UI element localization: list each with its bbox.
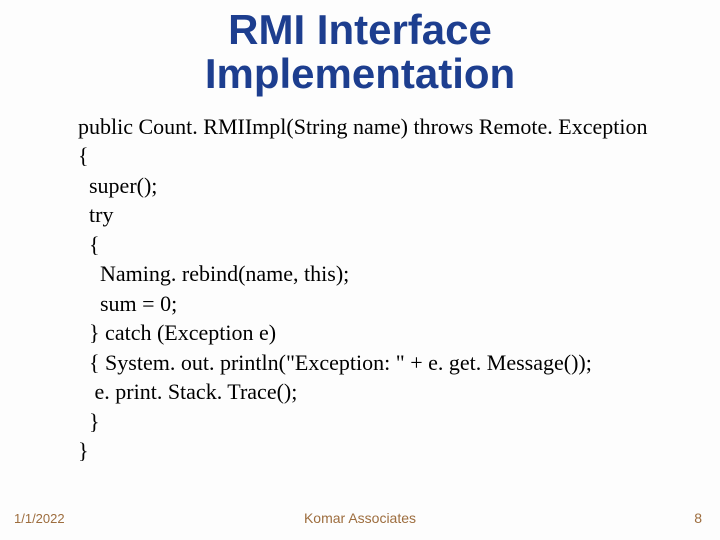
footer-page-number: 8 <box>694 510 702 526</box>
slide: RMI Interface Implementation public Coun… <box>0 0 720 540</box>
code-snippet: public Count. RMIImpl(String name) throw… <box>78 112 678 466</box>
footer-author: Komar Associates <box>0 510 720 526</box>
title-line-2: Implementation <box>205 50 515 97</box>
title-line-1: RMI Interface <box>228 6 492 53</box>
page-title: RMI Interface Implementation <box>0 0 720 96</box>
